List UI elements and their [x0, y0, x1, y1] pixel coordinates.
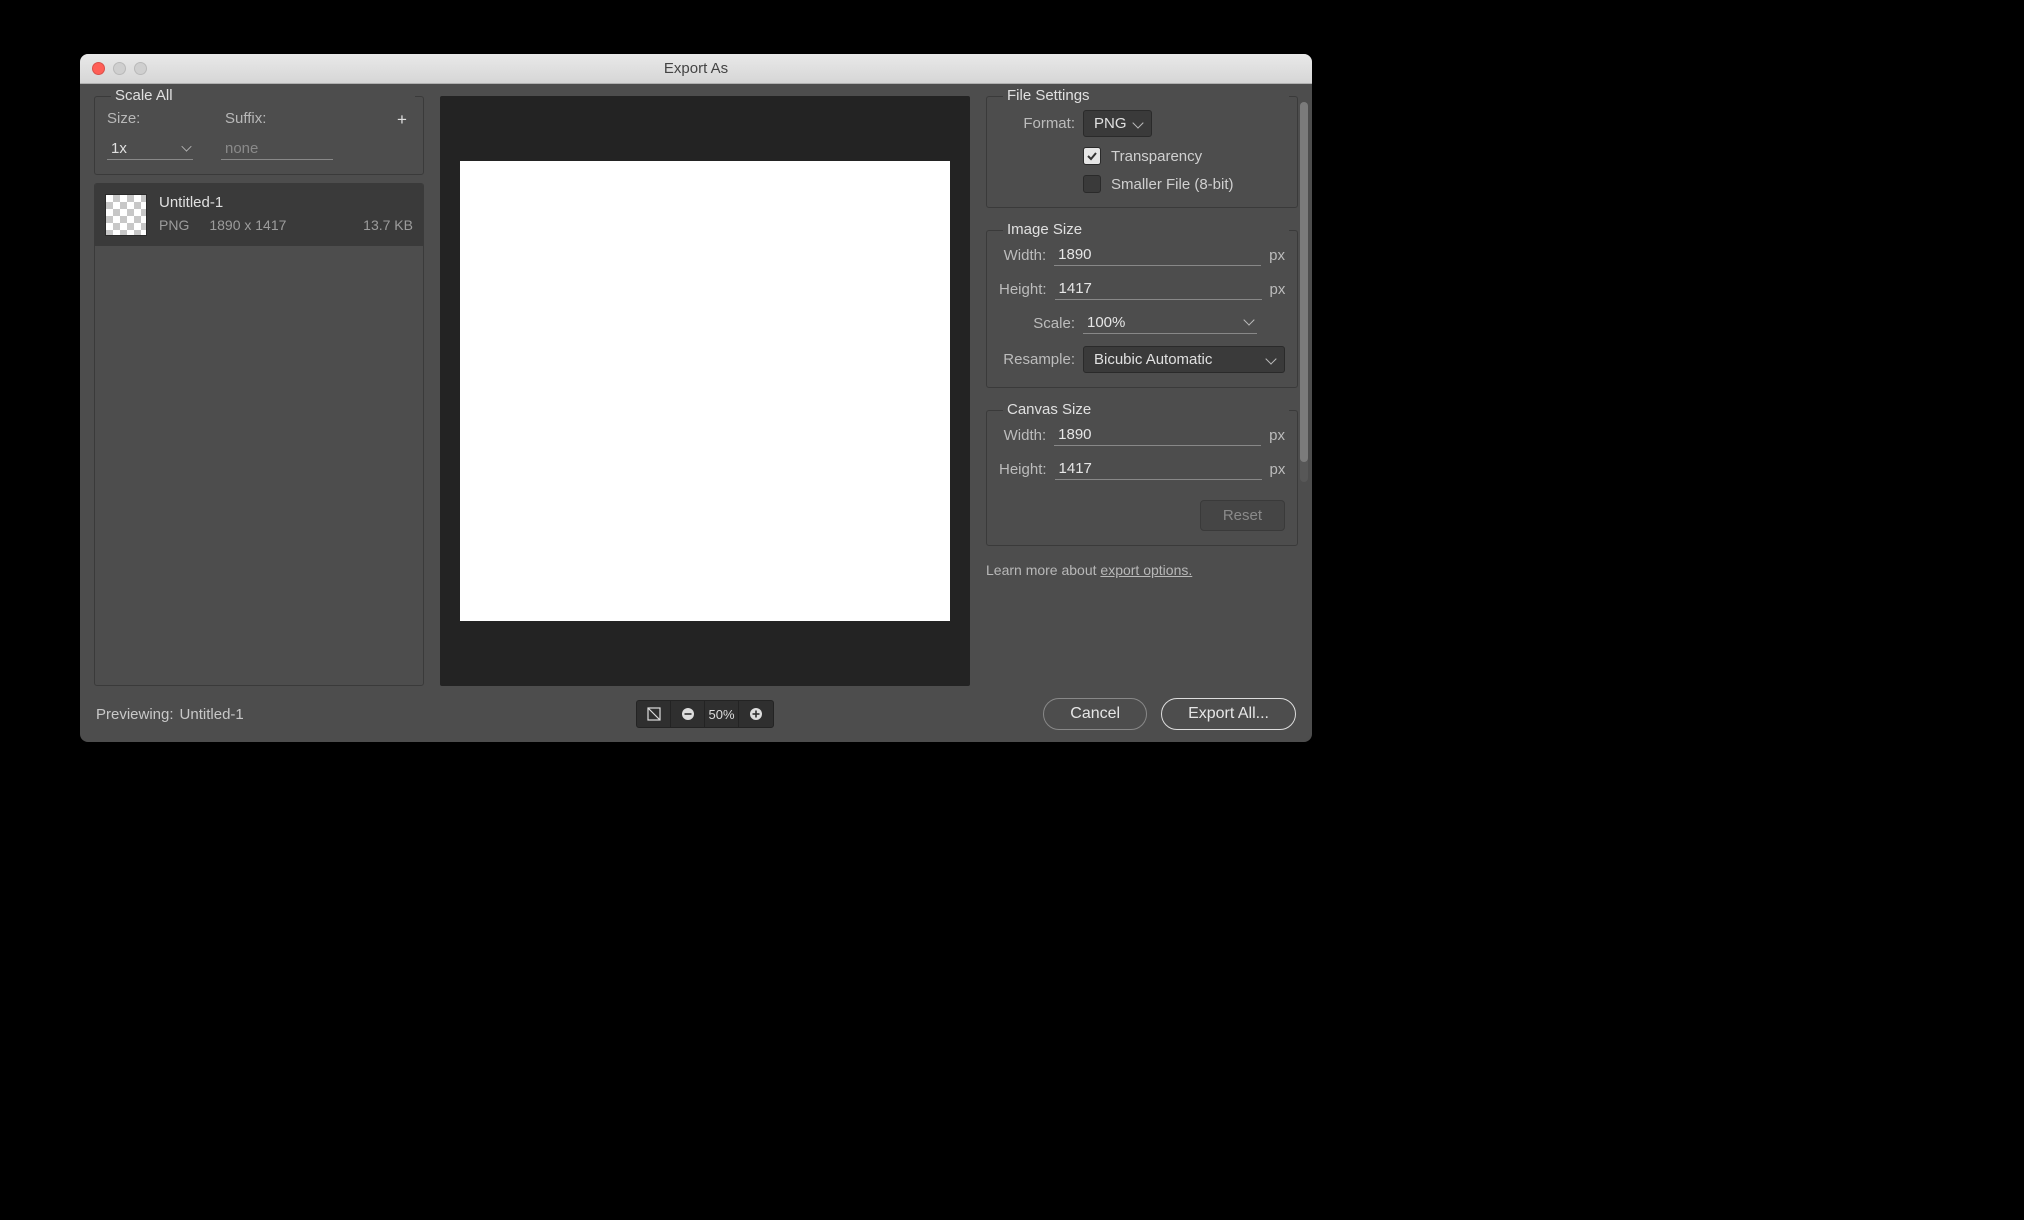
image-scale-select[interactable]: 100% — [1083, 312, 1257, 334]
canvas-width-input[interactable] — [1054, 424, 1261, 446]
canvas-height-label: Height: — [999, 461, 1047, 478]
scale-all-legend: Scale All — [111, 87, 415, 104]
previewing-name: Untitled-1 — [180, 706, 244, 723]
previewing-label: Previewing: — [96, 706, 174, 723]
asset-list: Untitled-1 PNG 1890 x 1417 13.7 KB — [94, 183, 424, 686]
add-scale-button[interactable]: + — [393, 110, 411, 130]
asset-filesize: 13.7 KB — [363, 217, 413, 233]
asset-thumbnail — [105, 194, 147, 236]
export-all-button[interactable]: Export All... — [1161, 698, 1296, 730]
asset-item[interactable]: Untitled-1 PNG 1890 x 1417 13.7 KB — [95, 184, 423, 246]
left-panel: Scale All Size: Suffix: + 1x — [94, 96, 424, 686]
size-select[interactable]: 1x — [107, 138, 193, 160]
preview-canvas — [460, 161, 950, 621]
zoom-in-icon[interactable] — [739, 701, 773, 727]
preview-background — [440, 96, 970, 686]
asset-name: Untitled-1 — [159, 194, 413, 211]
smaller-file-checkbox[interactable] — [1083, 175, 1101, 193]
image-size-fieldset: Image Size Width: px Height: px Scale: — [986, 230, 1298, 388]
format-select[interactable]: PNG — [1083, 110, 1152, 137]
resample-select[interactable]: Bicubic Automatic — [1083, 346, 1285, 373]
image-size-legend: Image Size — [1003, 221, 1289, 238]
dialog-title: Export As — [80, 60, 1312, 77]
export-options-link[interactable]: export options. — [1100, 562, 1192, 578]
transparency-label: Transparency — [1111, 148, 1202, 165]
cancel-button[interactable]: Cancel — [1043, 698, 1147, 730]
resample-label: Resample: — [999, 351, 1075, 368]
file-settings-legend: File Settings — [1003, 87, 1289, 104]
preview-panel — [440, 96, 970, 686]
px-unit: px — [1270, 281, 1286, 298]
scrollbar[interactable] — [1300, 102, 1308, 482]
learn-more: Learn more about export options. — [986, 562, 1298, 578]
zoom-fit-icon[interactable] — [637, 701, 671, 727]
maximize-icon — [134, 62, 147, 75]
format-label: Format: — [999, 115, 1075, 132]
size-label: Size: — [107, 110, 225, 130]
window-controls — [92, 62, 147, 75]
px-unit: px — [1269, 247, 1285, 264]
file-settings-fieldset: File Settings Format: PNG Transparency — [986, 96, 1298, 208]
canvas-size-fieldset: Canvas Size Width: px Height: px Reset — [986, 410, 1298, 546]
asset-dimensions: 1890 x 1417 — [209, 217, 286, 233]
image-scale-label: Scale: — [999, 315, 1075, 332]
canvas-height-input[interactable] — [1055, 458, 1262, 480]
export-as-dialog: Export As Scale All Size: Suffix: + 1x — [80, 54, 1312, 742]
asset-format: PNG — [159, 217, 189, 233]
zoom-level[interactable]: 50% — [705, 701, 739, 727]
canvas-size-legend: Canvas Size — [1003, 401, 1289, 418]
image-height-label: Height: — [999, 281, 1047, 298]
px-unit: px — [1269, 427, 1285, 444]
titlebar: Export As — [80, 54, 1312, 84]
image-width-label: Width: — [999, 247, 1046, 264]
image-width-input[interactable] — [1054, 244, 1261, 266]
transparency-checkbox[interactable] — [1083, 147, 1101, 165]
reset-button[interactable]: Reset — [1200, 500, 1285, 531]
suffix-input[interactable] — [221, 138, 333, 160]
canvas-width-label: Width: — [999, 427, 1046, 444]
image-height-input[interactable] — [1055, 278, 1262, 300]
scale-all-fieldset: Scale All Size: Suffix: + 1x — [94, 96, 424, 175]
smaller-file-label: Smaller File (8-bit) — [1111, 176, 1234, 193]
close-icon[interactable] — [92, 62, 105, 75]
footer: Previewing: Untitled-1 50% Cancel Export… — [80, 686, 1312, 742]
suffix-label: Suffix: — [225, 110, 393, 130]
zoom-control: 50% — [636, 700, 774, 728]
zoom-out-icon[interactable] — [671, 701, 705, 727]
px-unit: px — [1270, 461, 1286, 478]
right-panel: File Settings Format: PNG Transparency — [986, 96, 1298, 686]
minimize-icon — [113, 62, 126, 75]
